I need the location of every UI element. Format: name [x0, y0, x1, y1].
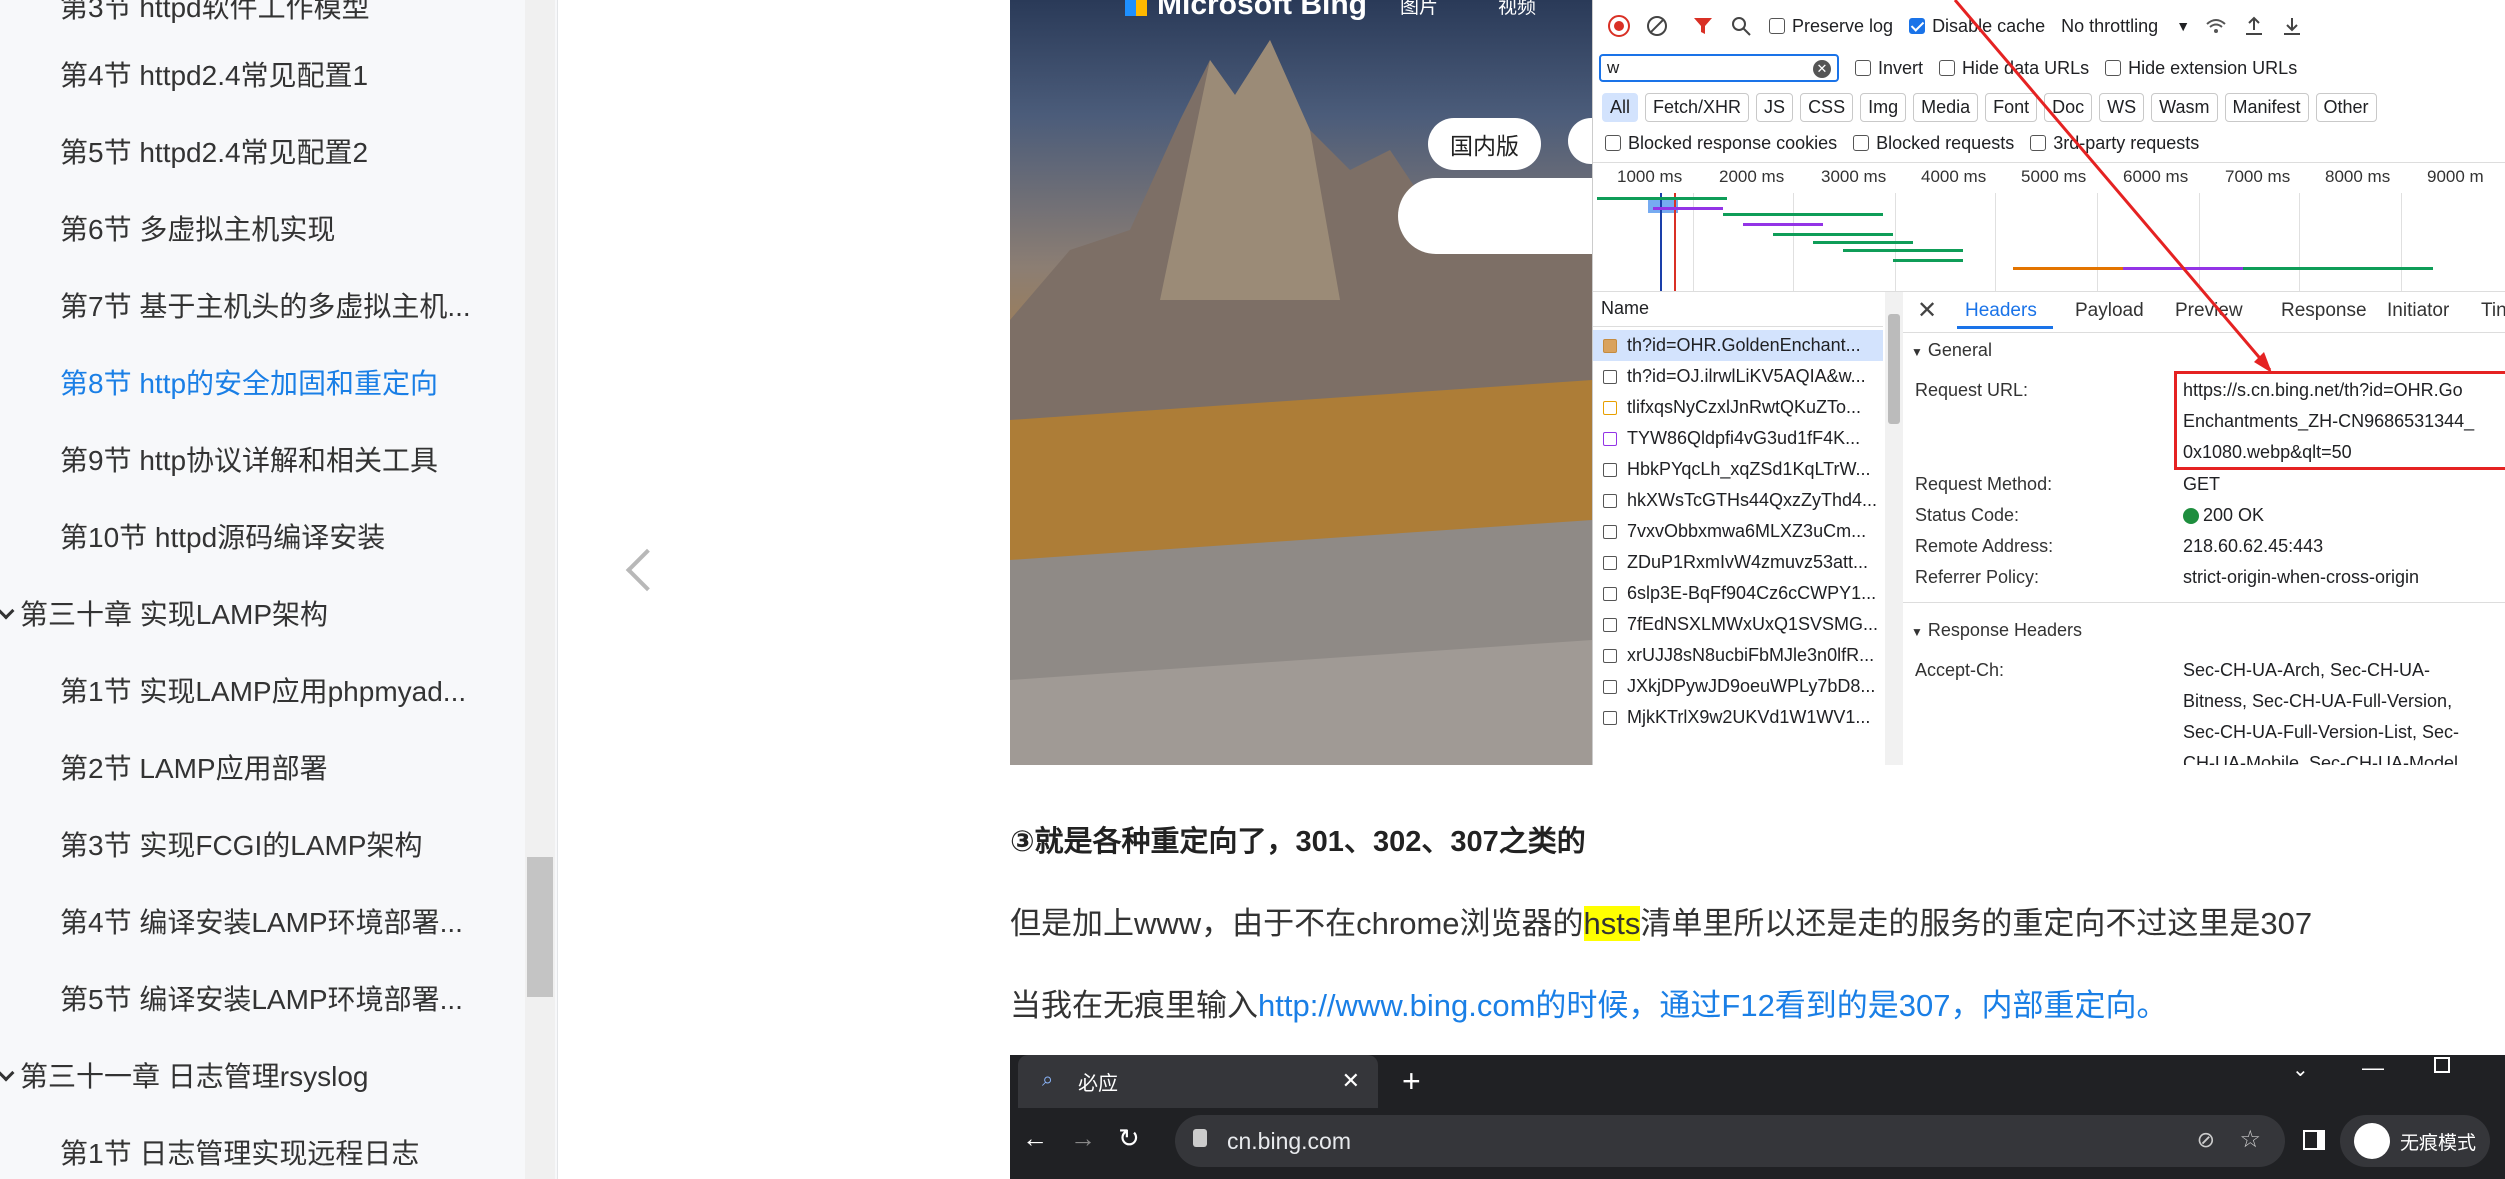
sidebar-item[interactable]: 第4节 编译安装LAMP环境部署... [60, 901, 463, 941]
article-link[interactable]: http://www.bing.com的时候，通过F12看到的是307，内部重定… [1258, 988, 2168, 1023]
sidebar-item[interactable]: 第5节 httpd2.4常见配置2 [60, 131, 368, 171]
previous-arrow-icon[interactable] [625, 548, 669, 592]
sidebar-chapter[interactable]: 第三十章 实现LAMP架构 [0, 593, 328, 633]
sidebar-item[interactable]: 第9节 http协议详解和相关工具 [60, 439, 438, 479]
paragraph-text: 但是加上www，由于不在chrome浏览器的 [1010, 906, 1584, 941]
close-tab-icon[interactable]: ✕ [1342, 1068, 1360, 1094]
annotation-arrow [1953, 0, 2272, 373]
chevron-down-icon[interactable]: ⌄ [2292, 1057, 2309, 1082]
sidebar-item[interactable]: 第10节 httpd源码编译安装 [60, 516, 385, 556]
forward-icon[interactable]: → [1070, 1123, 1096, 1154]
side-panel-icon[interactable] [2303, 1130, 2325, 1150]
search-icon: ⌕ [1042, 1069, 1054, 1091]
sidebar-chapter-label: 第三十章 实现LAMP架构 [20, 599, 329, 630]
sidebar-item[interactable]: 第7节 基于主机头的多虚拟主机... [60, 285, 471, 325]
lock-icon [1193, 1129, 1207, 1147]
address-bar[interactable]: cn.bing.com ⊘ ☆ [1175, 1115, 2285, 1167]
sidebar-item-clipped[interactable]: 第3节 httpd软件工作模型 [60, 0, 370, 26]
browser-screenshot: ⌕ 必应 ✕ + ⌄ — ← → ↻ cn.bing.com ⊘ ☆ 无痕模式 [1010, 1055, 2505, 1179]
address-text: cn.bing.com [1227, 1127, 1352, 1154]
browser-tab-title: 必应 [1078, 1073, 1118, 1095]
sidebar-item[interactable]: 第6节 多虚拟主机实现 [60, 208, 335, 248]
sidebar-chapter[interactable]: 第三十一章 日志管理rsyslog [0, 1055, 368, 1095]
sidebar-item[interactable]: 第5节 编译安装LAMP环境部署... [60, 978, 463, 1018]
tracking-blocked-icon[interactable]: ⊘ [2197, 1127, 2215, 1153]
sidebar-item[interactable]: 第3节 实现FCGI的LAMP架构 [60, 824, 422, 864]
article-heading: ③就是各种重定向了，301、302、307之类的 [1010, 826, 1586, 858]
maximize-icon[interactable] [2434, 1057, 2450, 1073]
sidebar-toc: 第3节 httpd软件工作模型 第4节 httpd2.4常见配置1 第5节 ht… [0, 0, 558, 1179]
highlighted-term: hsts [1583, 906, 1641, 941]
incognito-icon [2354, 1123, 2390, 1159]
sidebar-chapter-label: 第三十一章 日志管理rsyslog [20, 1061, 369, 1092]
sidebar-scrollbar-track[interactable] [525, 0, 555, 1179]
article-screenshot: Microsoft Bing 图片 视频 国内版 Preserve log Di… [1010, 0, 2505, 765]
bookmark-star-icon[interactable]: ☆ [2239, 1125, 2261, 1154]
reload-icon[interactable]: ↻ [1118, 1123, 1140, 1154]
new-tab-icon[interactable]: + [1402, 1063, 1421, 1100]
sidebar-item-active[interactable]: 第8节 http的安全加固和重定向 [60, 362, 438, 402]
browser-tab[interactable]: ⌕ 必应 ✕ [1018, 1055, 1378, 1108]
incognito-badge[interactable]: 无痕模式 [2340, 1115, 2490, 1167]
chevron-down-icon [0, 1064, 15, 1082]
chevron-down-icon [0, 602, 15, 620]
sidebar-item[interactable]: 第1节 实现LAMP应用phpmyad... [60, 670, 466, 710]
back-icon[interactable]: ← [1022, 1123, 1048, 1154]
sidebar-scrollbar-thumb[interactable] [527, 857, 553, 997]
sidebar-item[interactable]: 第1节 日志管理实现远程日志 [60, 1132, 419, 1172]
article-paragraph: 当我在无痕里输入http://www.bing.com的时候，通过F12看到的是… [1010, 980, 2168, 1025]
article-paragraph: 但是加上www，由于不在chrome浏览器的hsts清单里所以还是走的服务的重定… [1010, 898, 2312, 943]
paragraph-text: 清单里所以还是走的服务的重定向不过这里是307 [1640, 906, 2313, 941]
incognito-label: 无痕模式 [2400, 1132, 2477, 1154]
paragraph-text: 当我在无痕里输入 [1010, 988, 1258, 1023]
minimize-icon[interactable]: — [2362, 1055, 2384, 1081]
sidebar-item[interactable]: 第2节 LAMP应用部署 [60, 747, 328, 787]
sidebar-item[interactable]: 第4节 httpd2.4常见配置1 [60, 54, 368, 94]
